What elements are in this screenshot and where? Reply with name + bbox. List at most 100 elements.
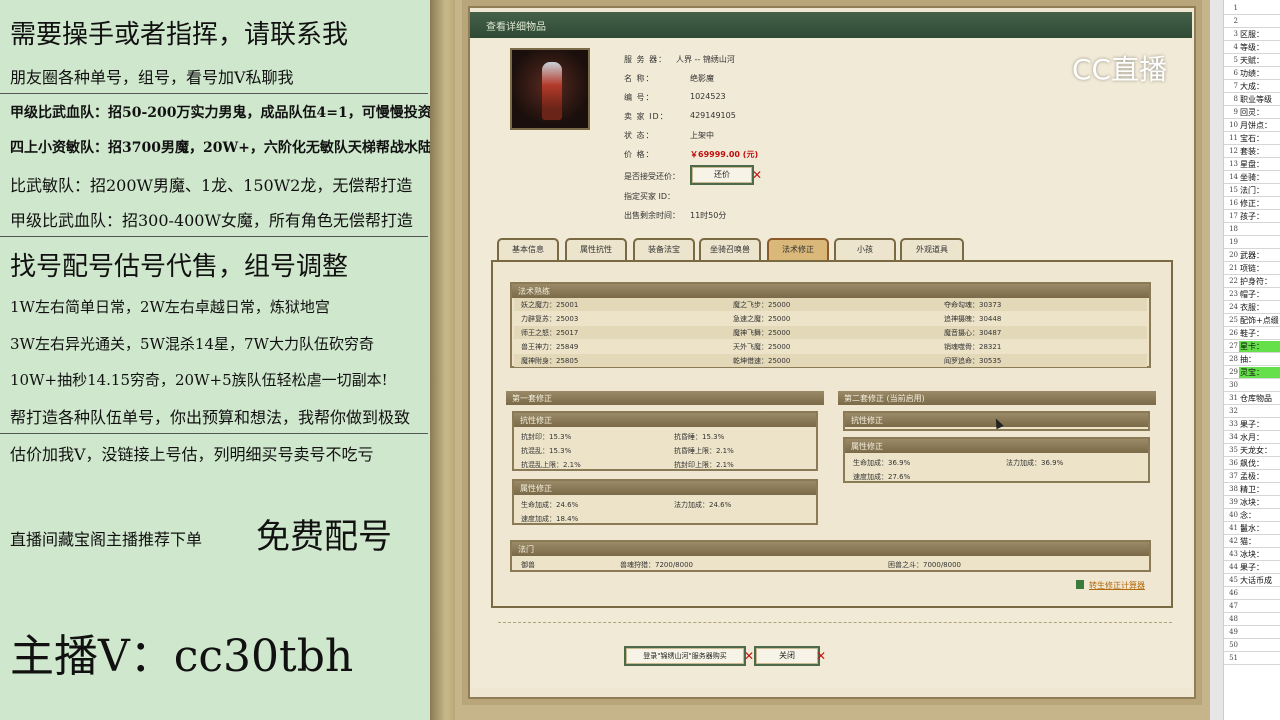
- sheet-cell[interactable]: 冰块：: [1240, 497, 1264, 508]
- sheet-row-number: 44: [1229, 563, 1238, 571]
- sheet-gridline: [1222, 209, 1280, 210]
- attr-cell: 法力加成：36.9%: [1006, 459, 1064, 467]
- sheet-row-number: 14: [1229, 173, 1238, 181]
- sheet-cell[interactable]: 护身符：: [1240, 276, 1272, 287]
- sheet-gridline: [1222, 53, 1280, 54]
- divider: [0, 433, 428, 434]
- sheet-cell[interactable]: 月饼点：: [1240, 120, 1272, 131]
- sheet-cell[interactable]: 果子：: [1240, 562, 1264, 573]
- sheet-cell[interactable]: 果子：: [1240, 419, 1264, 430]
- row-background: [514, 354, 1147, 367]
- sheet-cell[interactable]: 修正：: [1240, 198, 1264, 209]
- sheet-gridline: [1222, 326, 1280, 327]
- sheet-gridline: [1222, 222, 1280, 223]
- sheet-cell[interactable]: 鞋子：: [1240, 328, 1264, 339]
- sheet-cell[interactable]: 宝石：: [1240, 133, 1264, 144]
- attr-cell: 速度加成：27.6%: [853, 473, 911, 481]
- sheet-gridline: [1222, 365, 1280, 366]
- sheet-cell[interactable]: 帽子：: [1240, 289, 1264, 300]
- sheet-row-number: 31: [1229, 394, 1238, 402]
- sheet-cell[interactable]: 坐骑：: [1240, 172, 1264, 183]
- sheet-row-number: 5: [1233, 56, 1238, 64]
- tab-child[interactable]: 小孩: [834, 238, 896, 260]
- sheet-cell[interactable]: 精卫：: [1240, 484, 1264, 495]
- sheet-cell[interactable]: 灵宝：: [1240, 367, 1264, 378]
- sheet-cell[interactable]: 水月：: [1240, 432, 1264, 443]
- sheet-cell[interactable]: 天赋：: [1240, 55, 1264, 66]
- bargain-button[interactable]: 还价: [690, 165, 754, 185]
- sheet-cell[interactable]: 冰块：: [1240, 549, 1264, 560]
- sheet-row-number: 40: [1229, 511, 1238, 519]
- sheet-cell[interactable]: 大成：: [1240, 81, 1264, 92]
- sheet-cell[interactable]: 孟极：: [1240, 471, 1264, 482]
- tab-spell-correction[interactable]: 法术修正: [767, 238, 829, 260]
- sheet-cell[interactable]: 星盘：: [1240, 159, 1264, 170]
- buyer-label: 指定买家 ID：: [624, 192, 676, 201]
- tab-mounts[interactable]: 坐骑召唤兽: [699, 238, 761, 260]
- row-background: [514, 326, 1147, 339]
- set1-title: 第一套修正: [506, 391, 824, 405]
- price-value: ￥69999.00 (元): [690, 150, 759, 159]
- sheet-row-number: 38: [1229, 485, 1238, 493]
- login-buy-button[interactable]: 登录"锦绣山河"服务器购买: [624, 646, 746, 666]
- sheet-cell[interactable]: 回灵：: [1240, 107, 1264, 118]
- sheet-cell[interactable]: 大话币成: [1240, 575, 1272, 586]
- sheet-row-number: 45: [1229, 576, 1238, 584]
- sheet-cell[interactable]: 鬣水：: [1240, 523, 1264, 534]
- close-icon[interactable]: ✕: [816, 649, 826, 663]
- sheet-cell[interactable]: 区服：: [1240, 29, 1264, 40]
- sheet-cell[interactable]: 孩子：: [1240, 211, 1264, 222]
- resist-cell: 抗封印上限：2.1%: [674, 461, 734, 469]
- sheet-gridline: [1222, 92, 1280, 93]
- sheet-cell[interactable]: 猫：: [1240, 536, 1256, 547]
- status-label: 状 态：: [624, 131, 655, 140]
- attr-cell: 生命加成：36.9%: [853, 459, 911, 467]
- sheet-cell[interactable]: 配饰+点缀: [1240, 315, 1279, 326]
- spell-cell: 妖之魔力：25001: [521, 301, 579, 309]
- sheet-row-number: 27: [1229, 342, 1238, 350]
- close-icon[interactable]: ✕: [744, 649, 754, 663]
- sheet-cell[interactable]: 法门：: [1240, 185, 1264, 196]
- calculator-link[interactable]: 转生修正计算器: [1089, 580, 1145, 591]
- set1-resist-title: 抗性修正: [514, 413, 816, 427]
- sheet-cell[interactable]: 项链：: [1240, 263, 1264, 274]
- spell-cell: 急速之魔：25000: [733, 315, 791, 323]
- tab-attributes[interactable]: 属性抗性: [565, 238, 627, 260]
- tab-equipment[interactable]: 装备法宝: [633, 238, 695, 260]
- sheet-cell[interactable]: 念：: [1240, 510, 1256, 521]
- sheet-gridline: [1222, 105, 1280, 106]
- spell-cell: 销魂噬骨：28321: [944, 343, 1002, 351]
- tab-basic-info[interactable]: 基本信息: [497, 238, 559, 260]
- close-icon[interactable]: ✕: [752, 168, 762, 182]
- sheet-cell[interactable]: 职业等级: [1240, 94, 1272, 105]
- sheet-gridline: [1222, 157, 1280, 158]
- sheet-row-number: 22: [1229, 277, 1238, 285]
- close-button[interactable]: 关闭: [754, 646, 820, 666]
- character-avatar: [510, 48, 590, 130]
- sheet-gridline: [1222, 118, 1280, 119]
- sheet-row-number: 12: [1229, 147, 1238, 155]
- sheet-cell[interactable]: 星卡：: [1240, 341, 1264, 352]
- spell-cell: 魔神附身：25805: [521, 357, 579, 365]
- sheet-cell[interactable]: 功绩：: [1240, 68, 1264, 79]
- sheet-cell[interactable]: 等级：: [1240, 42, 1264, 53]
- sheet-row-number: 49: [1229, 628, 1238, 636]
- sheet-cell[interactable]: 飙伐：: [1240, 458, 1264, 469]
- sheet-gridline: [1222, 612, 1280, 613]
- sheet-row-number: 1: [1233, 4, 1238, 12]
- sheet-cell[interactable]: 抽：: [1240, 354, 1256, 365]
- promo-line: 甲级比武血队：招300-400W女魔，所有角色无偿帮打造: [10, 211, 413, 230]
- sheet-gridline: [1222, 378, 1280, 379]
- sheet-cell[interactable]: 天龙女：: [1240, 445, 1272, 456]
- sheet-cell[interactable]: 套装：: [1240, 146, 1264, 157]
- sheet-row-number: 48: [1229, 615, 1238, 623]
- sheet-row-number: 33: [1229, 420, 1238, 428]
- seller-value: 429149105: [690, 111, 736, 120]
- sheet-cell[interactable]: 衣服：: [1240, 302, 1264, 313]
- tab-appearance[interactable]: 外观道具: [900, 238, 964, 260]
- sheet-cell[interactable]: 仓库物品: [1240, 393, 1272, 404]
- sheet-gridline: [1222, 391, 1280, 392]
- sheet-row-number: 34: [1229, 433, 1238, 441]
- sheet-cell[interactable]: 武器：: [1240, 250, 1264, 261]
- sheet-gridline: [1222, 248, 1280, 249]
